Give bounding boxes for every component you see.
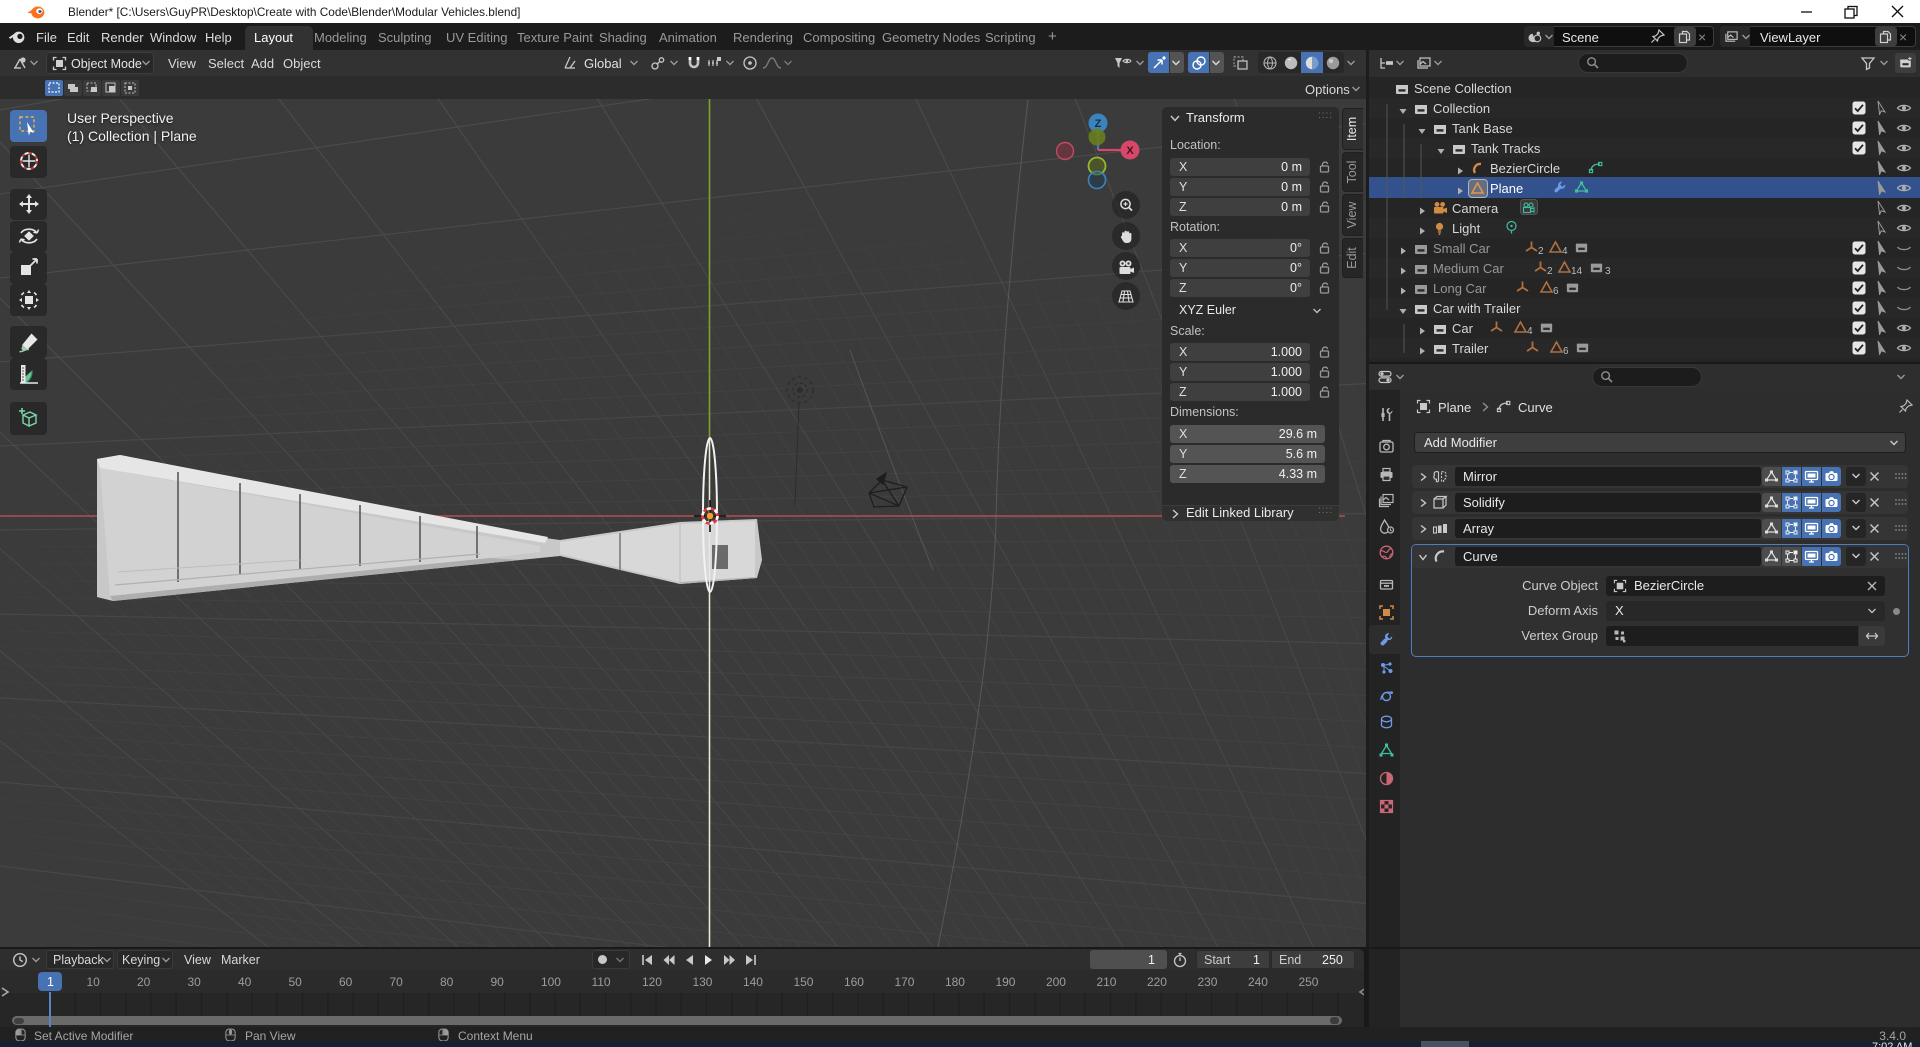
svg-text:Z: Z bbox=[1095, 118, 1102, 130]
svg-text:X: X bbox=[1126, 145, 1134, 157]
